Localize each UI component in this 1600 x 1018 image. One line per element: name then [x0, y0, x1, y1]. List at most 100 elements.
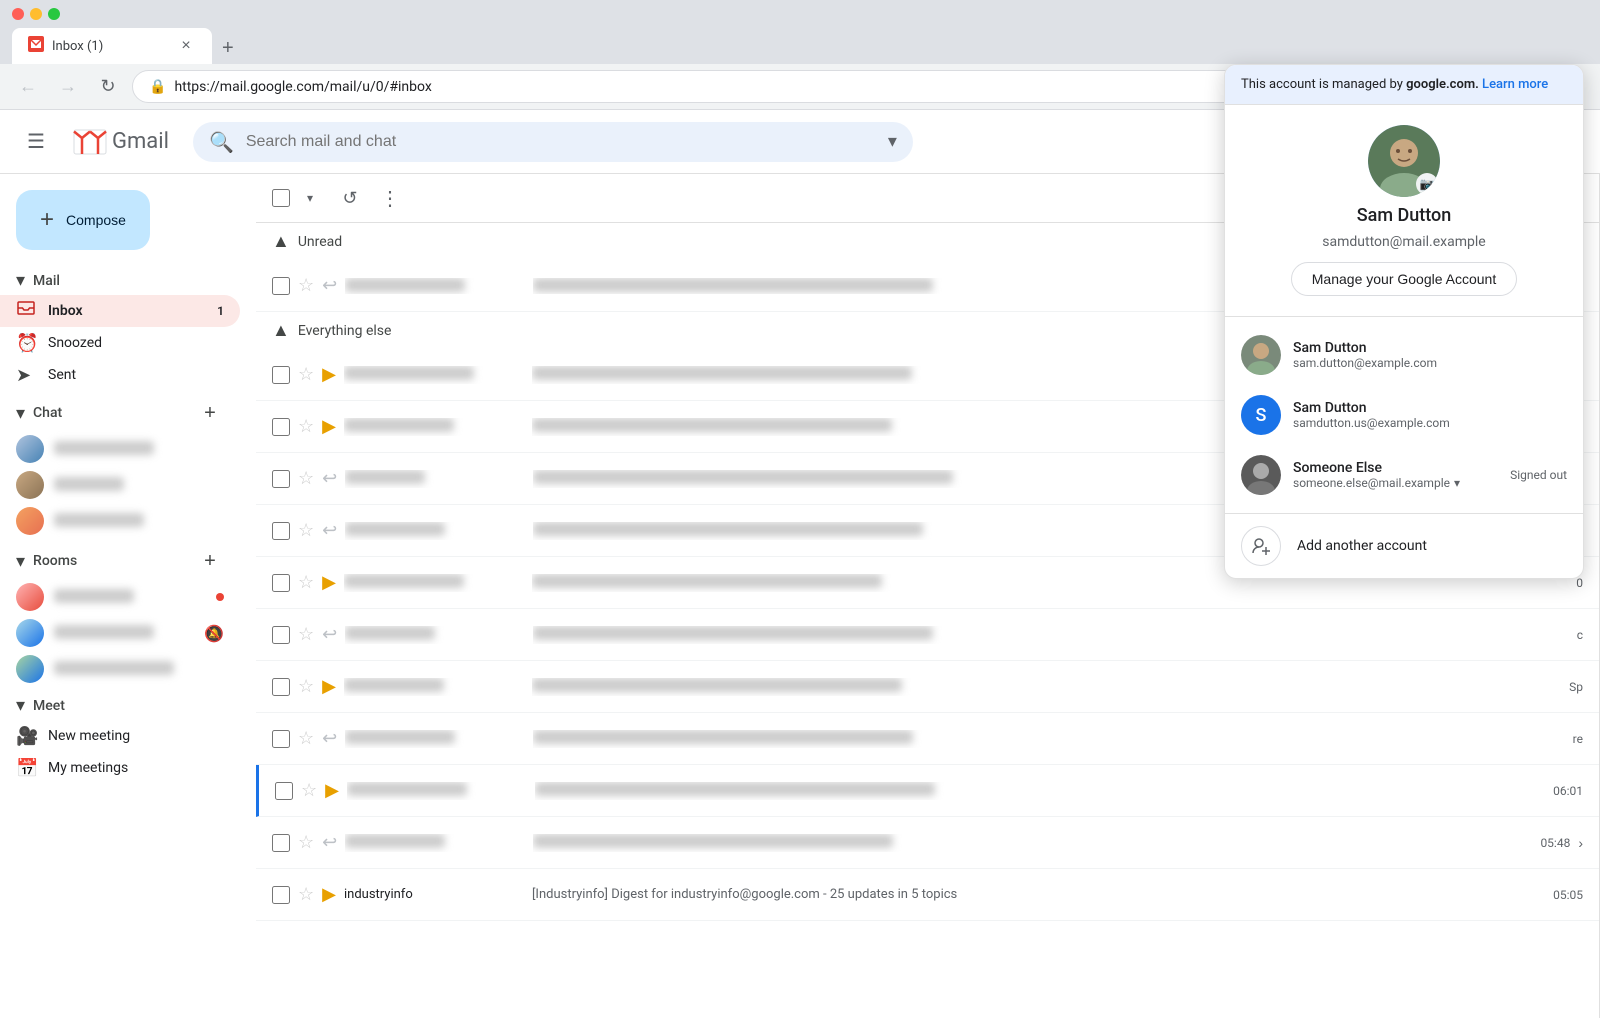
refresh-button[interactable]: ↺: [334, 182, 366, 214]
email-sender-8: [345, 730, 525, 748]
account-name-2: Sam Dutton: [1293, 400, 1567, 416]
fullscreen-traffic-light[interactable]: [48, 8, 60, 20]
sidebar-item-my-meetings[interactable]: 📅 My meetings: [0, 752, 240, 784]
back-button[interactable]: ←: [12, 71, 44, 103]
chat-name-2: [54, 477, 224, 493]
snoozed-icon: ⏰: [16, 333, 36, 354]
email-time-9: 06:01: [1533, 784, 1583, 798]
star-icon-1[interactable]: ☆: [298, 364, 314, 385]
email-checkbox-1[interactable]: [272, 366, 290, 384]
email-row-9[interactable]: ☆ ▶ 06:01: [256, 765, 1599, 817]
select-all-checkbox[interactable]: [272, 189, 290, 207]
active-tab[interactable]: Inbox (1) ×: [12, 28, 212, 64]
rooms-add-button[interactable]: +: [196, 547, 224, 575]
rooms-section-label: Rooms: [33, 553, 77, 569]
mail-section-label: Mail: [33, 273, 60, 289]
search-input[interactable]: [246, 133, 876, 151]
star-icon-8[interactable]: ☆: [298, 728, 314, 749]
rooms-section-header[interactable]: ▾ Rooms: [16, 551, 196, 572]
email-row-11[interactable]: ☆ ▶ industryinfo [Industryinfo] Digest f…: [256, 869, 1599, 921]
select-dropdown-button[interactable]: ▾: [294, 182, 326, 214]
email-sender-11: industryinfo: [344, 887, 524, 902]
email-checkbox-11[interactable]: [272, 886, 290, 904]
compose-button[interactable]: + Compose: [16, 190, 150, 250]
account-item-2[interactable]: S Sam Dutton samdutton.us@example.com: [1225, 385, 1583, 445]
chat-contact-3[interactable]: [0, 503, 240, 539]
email-sender-u1: [345, 278, 525, 294]
email-row-6[interactable]: ☆ ↩ c: [256, 609, 1599, 661]
email-checkbox-4[interactable]: [272, 522, 290, 540]
sidebar-item-inbox[interactable]: Inbox 1: [0, 295, 240, 327]
chat-contact-2[interactable]: [0, 467, 240, 503]
chat-add-button[interactable]: +: [196, 399, 224, 427]
url-text: https://mail.google.com/mail/u/0/#inbox: [174, 79, 1400, 95]
email-row-8[interactable]: ☆ ↩ re: [256, 713, 1599, 765]
learn-more-link[interactable]: Learn more: [1482, 77, 1548, 92]
forward-icon-2: ▶: [322, 416, 336, 437]
camera-edit-icon[interactable]: 📷: [1416, 173, 1438, 195]
email-checkbox-8[interactable]: [272, 730, 290, 748]
account-info-1: Sam Dutton sam.dutton@example.com: [1293, 340, 1567, 370]
chat-section-header[interactable]: ▾ Chat: [16, 403, 196, 424]
gmail-logo-text: Gmail: [112, 129, 169, 154]
forward-icon-6: ↩: [322, 624, 337, 645]
sent-icon: ➤: [16, 365, 36, 386]
star-icon-5[interactable]: ☆: [298, 572, 314, 593]
close-traffic-light[interactable]: [12, 8, 24, 20]
room-1[interactable]: [0, 579, 240, 615]
star-icon-2[interactable]: ☆: [298, 416, 314, 437]
email-sender-9: [347, 782, 527, 800]
account-email-3: someone.else@mail.example ▾: [1293, 476, 1498, 490]
expand-thread-button[interactable]: ›: [1578, 835, 1583, 851]
sidebar-item-sent[interactable]: ➤ Sent: [0, 359, 240, 391]
reload-button[interactable]: ↻: [92, 71, 124, 103]
sidebar-item-snoozed[interactable]: ⏰ Snoozed: [0, 327, 240, 359]
my-meetings-label: My meetings: [48, 760, 224, 776]
forward-button[interactable]: →: [52, 71, 84, 103]
email-checkbox-7[interactable]: [272, 678, 290, 696]
sidebar-item-new-meeting[interactable]: 🎥 New meeting: [0, 720, 240, 752]
email-checkbox-10[interactable]: [272, 834, 290, 852]
chat-contact-1[interactable]: [0, 431, 240, 467]
room-3[interactable]: [0, 651, 240, 687]
star-icon-4[interactable]: ☆: [298, 520, 314, 541]
account-name-3: Someone Else: [1293, 460, 1498, 476]
more-options-button[interactable]: ⋮: [374, 182, 406, 214]
new-tab-button[interactable]: +: [214, 33, 242, 64]
email-checkbox-2[interactable]: [272, 418, 290, 436]
email-checkbox-6[interactable]: [272, 626, 290, 644]
main-menu-button[interactable]: ☰: [16, 122, 56, 162]
inbox-label: Inbox: [48, 303, 205, 319]
email-row-10[interactable]: ☆ ↩ 05:48 ›: [256, 817, 1599, 869]
mail-section-header[interactable]: ▾ Mail: [0, 266, 256, 295]
email-row-7[interactable]: ☆ ▶ Sp: [256, 661, 1599, 713]
add-account-icon: [1241, 526, 1281, 566]
email-sender-5: [344, 574, 524, 592]
star-icon-11[interactable]: ☆: [298, 884, 314, 905]
search-dropdown-icon[interactable]: ▾: [888, 131, 897, 152]
manage-google-account-button[interactable]: Manage your Google Account: [1291, 262, 1517, 296]
email-checkbox-9[interactable]: [275, 782, 293, 800]
room-2[interactable]: 🔕: [0, 615, 240, 651]
star-icon-7[interactable]: ☆: [298, 676, 314, 697]
add-account-item[interactable]: Add another account: [1225, 514, 1583, 578]
account-name-1: Sam Dutton: [1293, 340, 1567, 356]
email-checkbox-3[interactable]: [272, 470, 290, 488]
chat-avatar-2: [16, 471, 44, 499]
account-avatar-3: [1241, 455, 1281, 495]
star-icon-3[interactable]: ☆: [298, 468, 314, 489]
star-icon-u1[interactable]: ☆: [298, 275, 314, 296]
email-checkbox-u1[interactable]: [272, 277, 290, 295]
minimize-traffic-light[interactable]: [30, 8, 42, 20]
chat-name-1: [54, 441, 224, 457]
meet-section-header[interactable]: ▾ Meet: [0, 691, 256, 720]
tab-close-button[interactable]: ×: [176, 36, 196, 56]
account-item-1[interactable]: Sam Dutton sam.dutton@example.com: [1225, 325, 1583, 385]
mail-toggle-icon: ▾: [16, 270, 25, 291]
room-avatar-1: [16, 583, 44, 611]
star-icon-6[interactable]: ☆: [298, 624, 314, 645]
email-checkbox-5[interactable]: [272, 574, 290, 592]
star-icon-10[interactable]: ☆: [298, 832, 314, 853]
account-item-3[interactable]: Someone Else someone.else@mail.example ▾…: [1225, 445, 1583, 505]
star-icon-9[interactable]: ☆: [301, 780, 317, 801]
